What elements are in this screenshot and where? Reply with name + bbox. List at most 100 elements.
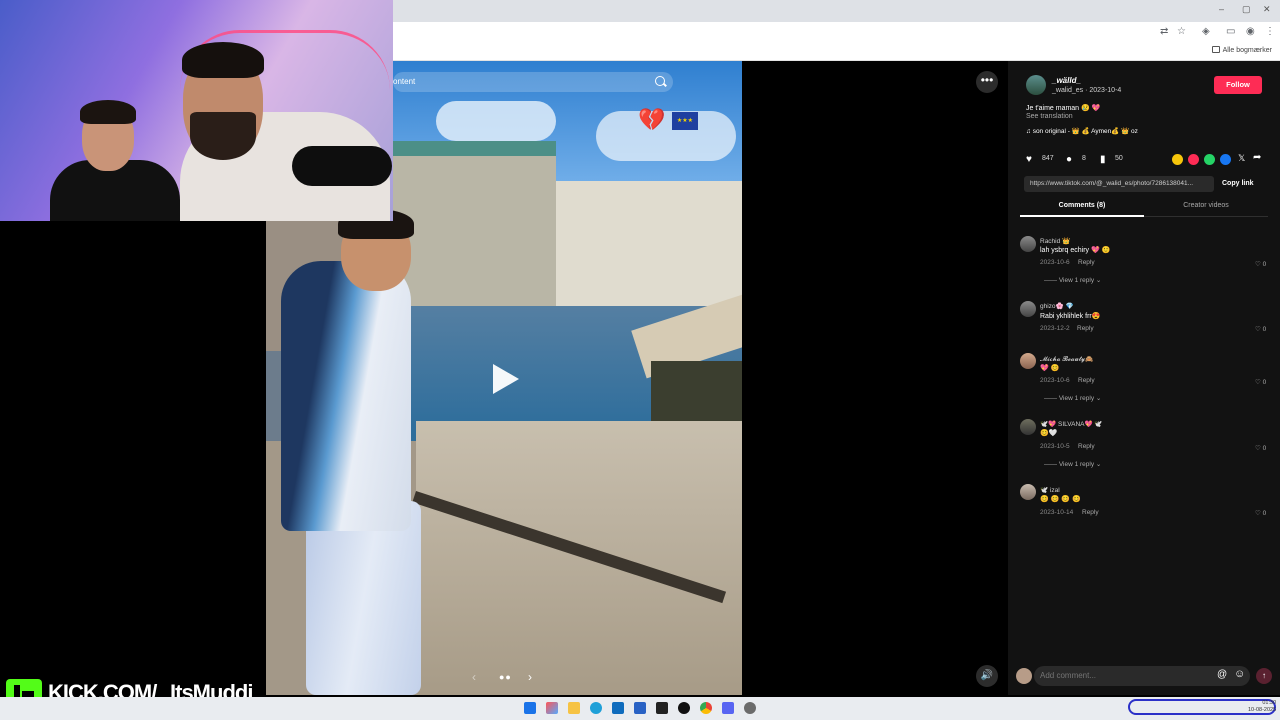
emoji-icon[interactable]: ☺ — [1234, 668, 1245, 680]
tab-comments[interactable]: Comments (8) — [1020, 202, 1144, 209]
share-x-icon[interactable]: 𝕏 — [1238, 153, 1245, 164]
comment-like[interactable]: ♡ 0 — [1255, 509, 1266, 517]
comment-date: 2023-10-6 — [1040, 377, 1070, 384]
start-icon[interactable] — [524, 702, 536, 714]
view-replies-button[interactable]: —— View 1 reply ⌄ — [1044, 460, 1101, 468]
like-heart-icon[interactable]: ♥ — [1026, 154, 1032, 165]
comment-avatar[interactable] — [1020, 419, 1036, 435]
post-caption: Je t'aime maman 😢 💖 — [1026, 105, 1101, 112]
folder-icon — [1211, 46, 1220, 53]
share-more-icon[interactable]: ➦ — [1253, 152, 1261, 163]
share-whatsapp-icon[interactable] — [1204, 154, 1215, 165]
like-count: 847 — [1042, 155, 1054, 162]
view-replies-label: View 1 reply — [1058, 461, 1095, 468]
share-embed-icon[interactable] — [1172, 154, 1183, 165]
tab-active-indicator — [1020, 215, 1144, 217]
view-replies-button[interactable]: —— View 1 reply ⌄ — [1044, 276, 1101, 284]
share-facebook-icon[interactable] — [1220, 154, 1231, 165]
comment-like-count: 0 — [1262, 326, 1267, 333]
search-icon[interactable] — [655, 76, 665, 86]
comment-input[interactable] — [1040, 671, 1210, 680]
music-title: son original - 👑 💰 Aymen💰 👑 oz — [1032, 128, 1138, 135]
discord-icon[interactable] — [722, 702, 734, 714]
comment-like-count: 0 — [1262, 510, 1267, 517]
prev-arrow-icon[interactable]: ‹ — [472, 670, 476, 684]
comment-date: 2023-10-5 — [1040, 443, 1070, 450]
author-handle: _walid_es — [1052, 87, 1084, 94]
volume-icon[interactable]: 🔊 — [976, 665, 998, 687]
reply-button[interactable]: Reply — [1077, 325, 1094, 332]
comment-author[interactable]: 𝓜𝓲𝓬𝓱𝓪 𝓑𝓮𝓪𝓾𝓽𝔂🙈 — [1040, 355, 1093, 364]
comment-like[interactable]: ♡ 0 — [1255, 378, 1266, 386]
copy-link-button[interactable]: Copy link — [1222, 180, 1254, 187]
reply-button[interactable]: Reply — [1078, 377, 1095, 384]
obs-icon[interactable] — [678, 702, 690, 714]
comment-author[interactable]: Rachid 👑 — [1040, 237, 1070, 245]
chrome-icon[interactable] — [700, 702, 712, 714]
comment-bubble-icon[interactable]: ● — [1066, 154, 1072, 165]
more-options-icon[interactable]: ••• — [976, 71, 998, 93]
outlook-icon[interactable] — [634, 702, 646, 714]
comment-like[interactable]: ♡ 0 — [1255, 260, 1266, 268]
carousel-dots: ●● — [499, 672, 512, 682]
comment-author[interactable]: 🕊️ izal — [1040, 486, 1060, 494]
music-note-icon: ♫ — [1026, 128, 1033, 135]
streamer-hair — [80, 100, 136, 124]
bookmark-icon[interactable]: ▮ — [1100, 154, 1106, 165]
translate-icon[interactable]: ⇄ — [1160, 26, 1168, 37]
comment-text: 😊🤍 — [1040, 430, 1058, 437]
stone-wall — [416, 421, 742, 695]
all-bookmarks-button[interactable]: Alle bogmærker — [1211, 46, 1272, 54]
settings-icon[interactable] — [744, 702, 756, 714]
follow-button[interactable]: Follow — [1214, 76, 1262, 94]
browser-tab-strip — [393, 0, 1280, 22]
file-explorer-icon[interactable] — [568, 702, 580, 714]
share-send-icon[interactable] — [1188, 154, 1199, 165]
send-icon[interactable]: ↑ — [1256, 668, 1272, 684]
person-jacket — [281, 261, 411, 531]
store-icon[interactable] — [612, 702, 624, 714]
edge-icon[interactable] — [590, 702, 602, 714]
sidebar-icon[interactable]: ▭ — [1226, 26, 1235, 37]
mention-icon[interactable]: @ — [1217, 669, 1227, 680]
copilot-icon[interactable] — [546, 702, 558, 714]
eu-flag-icon: ★★★ — [672, 112, 698, 130]
view-replies-label: View 1 reply — [1058, 395, 1095, 402]
reply-button[interactable]: Reply — [1082, 509, 1099, 516]
comment-author[interactable]: ghizo🌸 💎 — [1040, 302, 1074, 310]
extensions-icon[interactable]: ◈ — [1202, 26, 1210, 37]
tab-creator-videos[interactable]: Creator videos — [1144, 202, 1268, 209]
current-user-avatar — [1016, 668, 1032, 684]
comment-date: 2023-10-6 — [1040, 259, 1070, 266]
cloud — [436, 101, 556, 141]
clock-date: 10-08-2025 — [1248, 707, 1277, 713]
bookmark-star-icon[interactable]: ☆ — [1177, 26, 1186, 37]
maximize-icon[interactable]: ▢ — [1242, 4, 1251, 15]
comment-avatar[interactable] — [1020, 236, 1036, 252]
comment-like[interactable]: ♡ 0 — [1255, 444, 1266, 452]
comment-avatar[interactable] — [1020, 484, 1036, 500]
comment-like[interactable]: ♡ 0 — [1255, 325, 1266, 333]
comment-author[interactable]: 🕊️💖 SILVANA💖 🕊️ — [1040, 420, 1102, 428]
tray-clock[interactable]: 01:30 10-08-2025 — [1248, 700, 1276, 714]
comment-count: 8 — [1082, 155, 1086, 162]
comment-avatar[interactable] — [1020, 353, 1036, 369]
browser-menu-icon[interactable]: ⋮ — [1265, 26, 1275, 37]
view-replies-button[interactable]: —— View 1 reply ⌄ — [1044, 394, 1101, 402]
author-display-name[interactable]: _wälld_ — [1052, 76, 1081, 85]
clock-time: 01:30 — [1262, 700, 1277, 706]
reply-button[interactable]: Reply — [1078, 443, 1095, 450]
see-translation-link[interactable]: See translation — [1026, 113, 1073, 120]
music-line[interactable]: ♫ son original - 👑 💰 Aymen💰 👑 oz — [1026, 127, 1138, 135]
author-avatar[interactable] — [1026, 75, 1046, 95]
search-bar[interactable] — [393, 72, 673, 92]
play-icon[interactable] — [493, 364, 519, 394]
next-arrow-icon[interactable]: › — [528, 670, 532, 684]
reply-button[interactable]: Reply — [1078, 259, 1095, 266]
comment-avatar[interactable] — [1020, 301, 1036, 317]
minimize-icon[interactable]: – — [1219, 4, 1224, 14]
capcut-icon[interactable] — [656, 702, 668, 714]
profile-icon[interactable]: ◉ — [1246, 26, 1255, 37]
microphone — [292, 146, 392, 186]
close-window-icon[interactable]: ✕ — [1263, 4, 1271, 15]
